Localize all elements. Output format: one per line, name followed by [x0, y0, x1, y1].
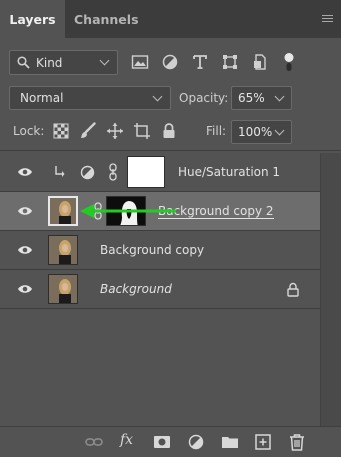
new-layer-icon[interactable]: [254, 433, 272, 451]
chevron-down-icon[interactable]: [274, 91, 285, 102]
tab-channels[interactable]: Channels: [74, 0, 139, 38]
new-adjustment-icon[interactable]: [187, 433, 205, 451]
link-layers-icon[interactable]: [85, 433, 103, 451]
visibility-eye-icon[interactable]: [17, 243, 33, 257]
search-icon: [17, 56, 30, 69]
lock-image-pixels-icon[interactable]: [79, 122, 97, 140]
filter-toggle-icon[interactable]: [279, 52, 299, 72]
delete-layer-icon[interactable]: [288, 433, 306, 451]
annotation-arrow-icon: [80, 204, 176, 218]
smart-object-filter-icon[interactable]: [250, 52, 270, 72]
layer-kind-filter-select[interactable]: Kind: [9, 50, 118, 75]
new-group-icon[interactable]: [221, 433, 239, 451]
adjustment-filter-icon[interactable]: [160, 52, 180, 72]
lock-all-icon[interactable]: [160, 122, 178, 140]
chevron-down-icon[interactable]: [274, 125, 285, 136]
fill-label: Fill:: [206, 124, 227, 138]
type-filter-icon[interactable]: [190, 52, 210, 72]
portrait-thumbnail-image: [49, 236, 77, 264]
opacity-value: 65%: [238, 91, 265, 105]
tab-layers[interactable]: Layers: [0, 0, 65, 38]
layer-name[interactable]: Background: [100, 282, 172, 296]
layer-thumbnail[interactable]: [48, 235, 78, 265]
portrait-thumbnail-image: [50, 198, 76, 224]
divider: [0, 150, 341, 151]
image-filter-icon[interactable]: [130, 52, 150, 72]
blend-mode-select[interactable]: Normal: [9, 86, 171, 110]
adjustment-layer-icon: [80, 165, 95, 180]
layer-style-icon[interactable]: fx: [120, 432, 133, 448]
chevron-down-icon: [99, 55, 110, 66]
lock-transparent-pixels-icon[interactable]: [52, 122, 70, 140]
lock-artboard-icon[interactable]: [133, 122, 151, 140]
layer-row-hue-saturation[interactable]: Hue/Saturation 1: [0, 153, 320, 192]
chevron-down-icon: [152, 91, 163, 102]
layer-mask-thumbnail[interactable]: [127, 156, 165, 188]
layer-row-background-copy[interactable]: Background copy: [0, 231, 320, 270]
lock-position-icon[interactable]: [106, 122, 124, 140]
shape-filter-icon[interactable]: [220, 52, 240, 72]
layer-row-background-copy-2[interactable]: Background copy 2: [0, 192, 320, 231]
layers-scrollbar[interactable]: [320, 153, 341, 426]
layer-row-background[interactable]: Background: [0, 270, 320, 309]
lock-icon[interactable]: [286, 282, 300, 297]
visibility-eye-icon[interactable]: [17, 165, 33, 179]
panel-tab-bar: Layers Channels: [0, 0, 341, 38]
mask-link-icon[interactable]: [108, 163, 118, 181]
opacity-label: Opacity:: [179, 91, 229, 105]
visibility-eye-icon[interactable]: [17, 282, 33, 296]
layers-list: Hue/Saturation 1 Background copy 2 Backg…: [0, 153, 320, 426]
clipping-arrow-icon: [55, 166, 65, 177]
fill-value: 100%: [238, 125, 273, 139]
layer-thumbnail[interactable]: [48, 274, 78, 304]
add-mask-icon[interactable]: [153, 433, 171, 451]
lock-label: Lock:: [13, 124, 45, 138]
portrait-thumbnail-image: [49, 275, 77, 303]
layers-bottom-toolbar: fx: [0, 426, 341, 457]
visibility-eye-icon[interactable]: [17, 204, 33, 218]
layer-name[interactable]: Background copy: [100, 243, 204, 257]
fill-field[interactable]: 100%: [231, 120, 292, 144]
blend-mode-value: Normal: [20, 91, 64, 105]
layer-thumbnail[interactable]: [48, 196, 78, 226]
layer-kind-filter-label: Kind: [36, 56, 63, 70]
opacity-field[interactable]: 65%: [231, 86, 292, 110]
hamburger-menu-icon[interactable]: [322, 15, 333, 24]
layer-name[interactable]: Hue/Saturation 1: [178, 165, 280, 179]
